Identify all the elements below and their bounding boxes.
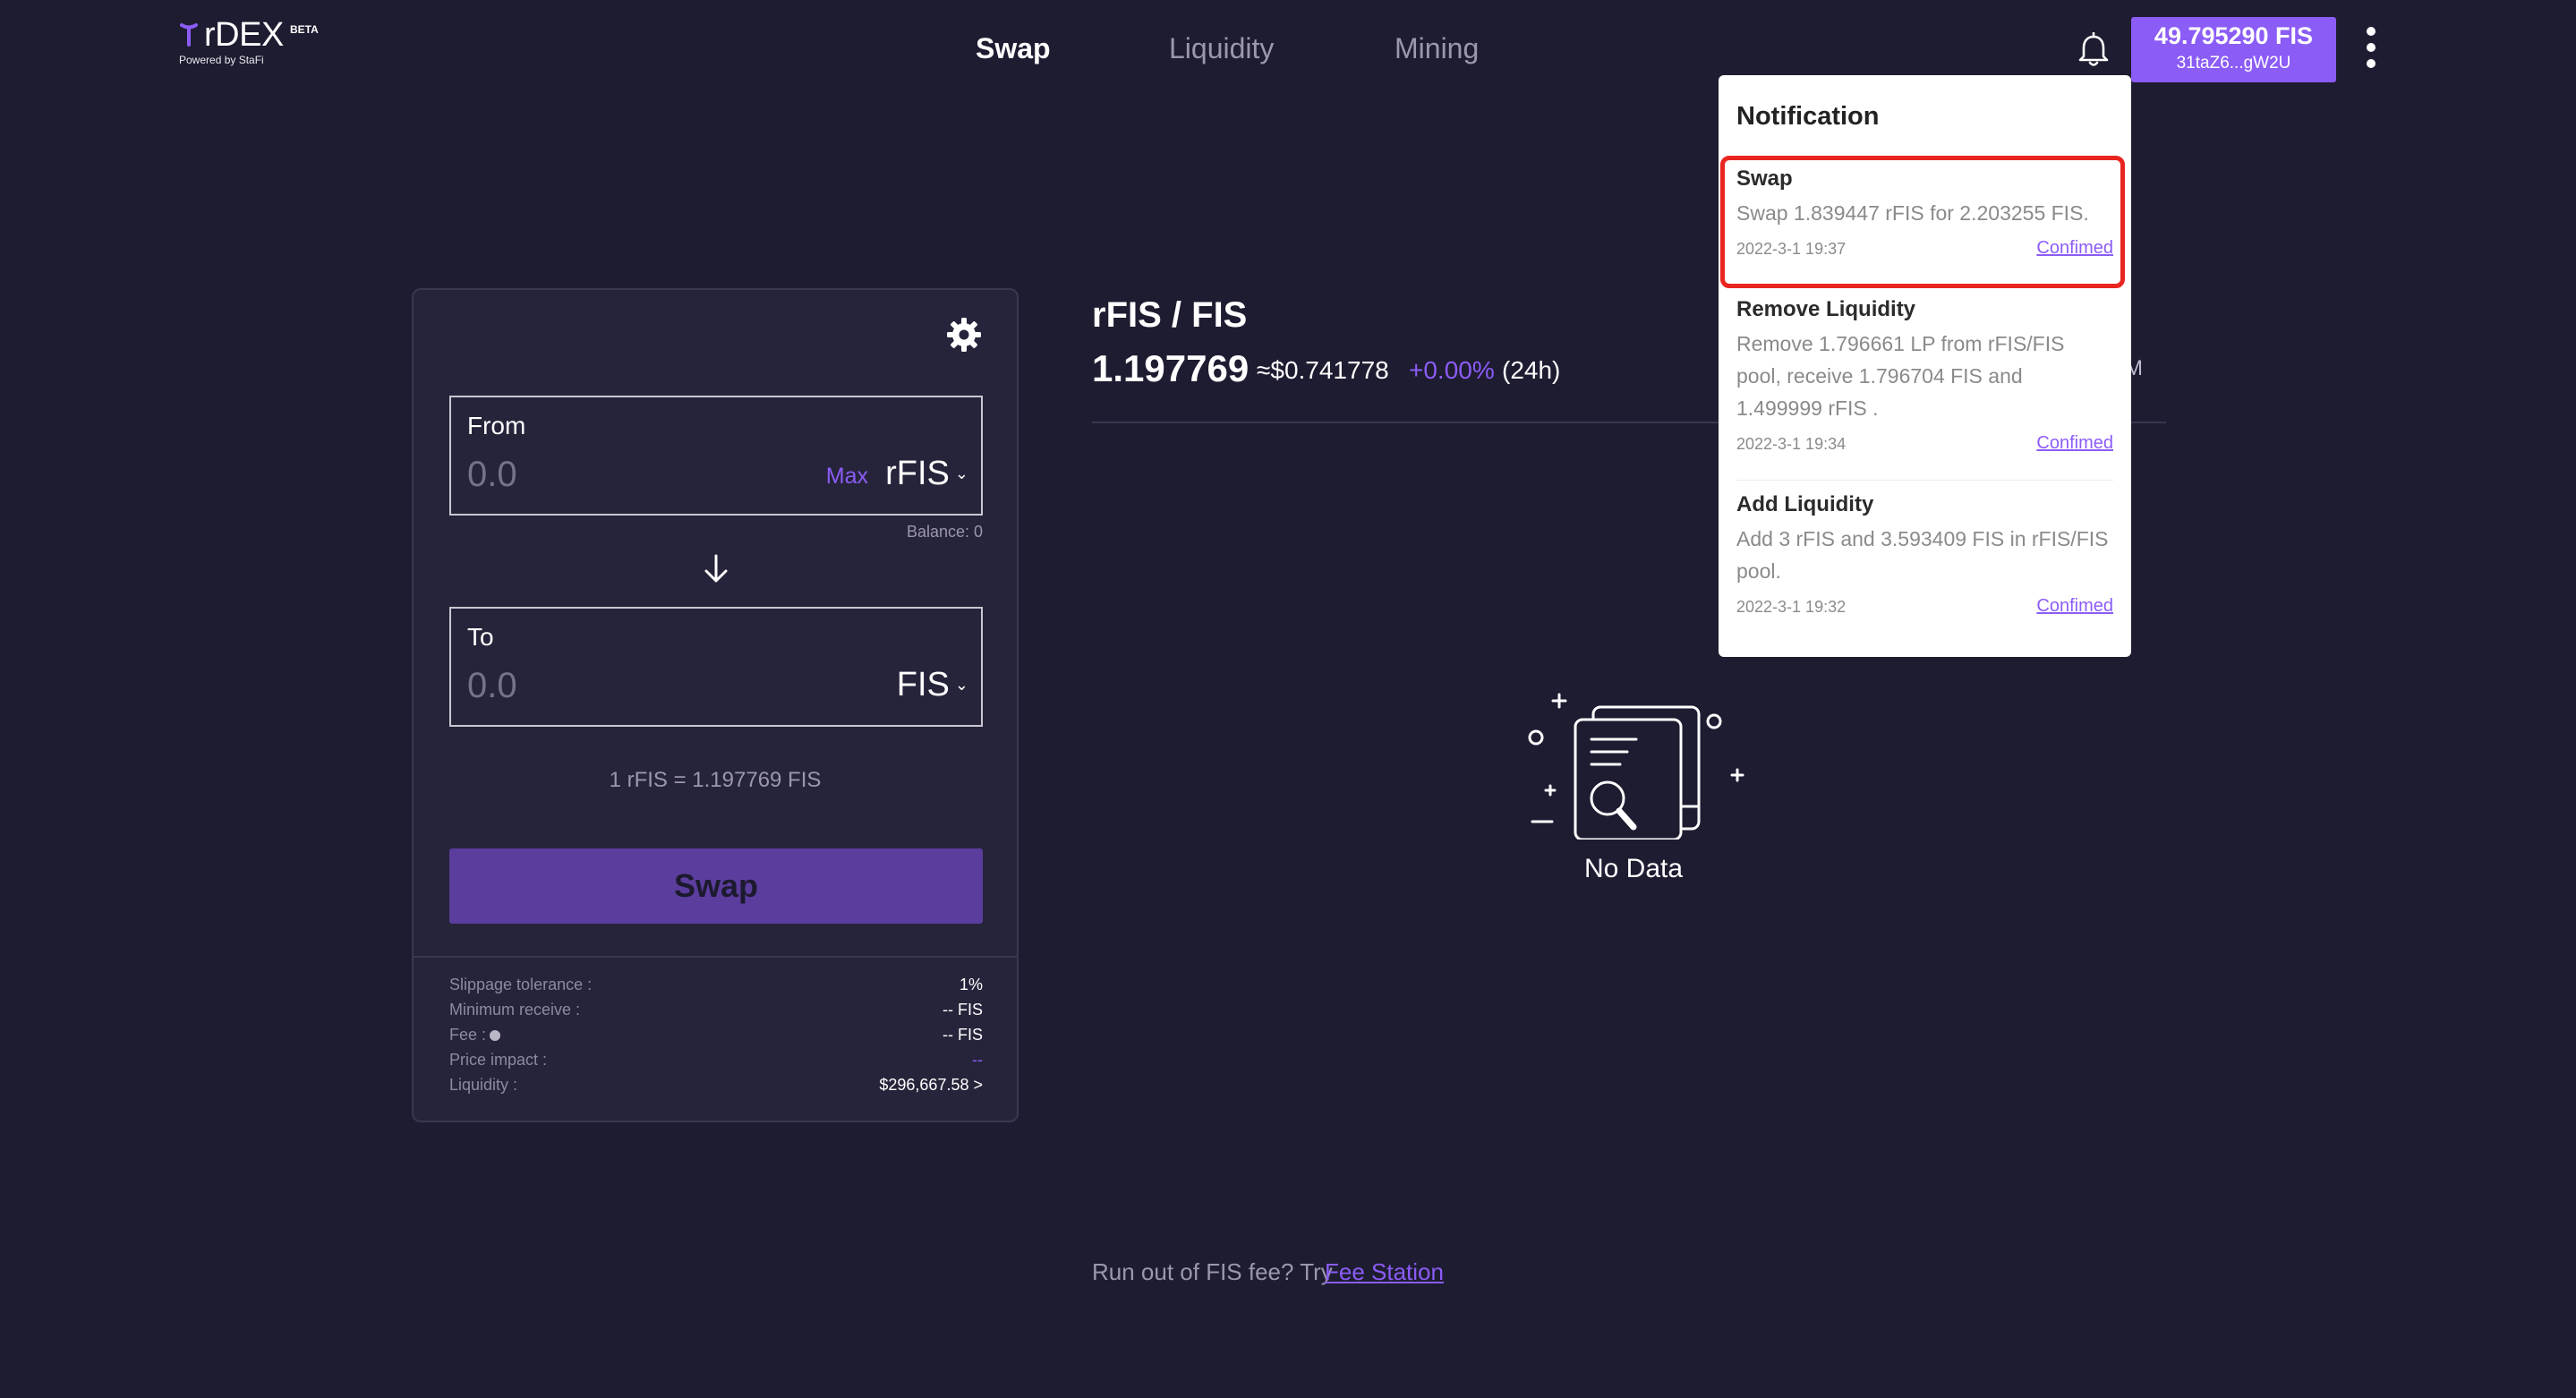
pair-price: 1.197769 — [1092, 347, 1250, 389]
powered-by-text: Powered by StaFi — [179, 54, 264, 66]
notification-item-time: 2022-3-1 19:37 — [1736, 240, 1847, 258]
exchange-rate: 1 rFIS = 1.197769 FIS — [609, 768, 822, 792]
notification-panel: Notification Swap Swap 1.839447 rFIS for… — [1719, 75, 2131, 657]
to-token-label: FIS — [896, 666, 950, 703]
change-period: (24h) — [1502, 356, 1561, 384]
info-icon[interactable] — [490, 1030, 501, 1042]
notification-item-body: Add 3 rFIS and 3.593409 FIS in rFIS/FIS … — [1736, 527, 2109, 583]
notification-divider — [1736, 480, 2113, 481]
notification-status-link[interactable]: Confimed — [2036, 433, 2113, 454]
fee-label: Fee : — [449, 1026, 487, 1044]
notification-item-title: Swap — [1736, 166, 1793, 191]
to-token-select[interactable]: FIS ⌄ — [897, 666, 968, 704]
nav-mining[interactable]: Mining — [1395, 32, 1479, 65]
notification-title: Notification — [1736, 102, 1880, 131]
liquidity-label: Liquidity : — [449, 1076, 518, 1094]
beta-badge: BETA — [290, 23, 319, 36]
fee-station-link[interactable]: Fee Station — [1325, 1258, 1444, 1286]
notification-item-title: Add Liquidity — [1736, 492, 1874, 516]
min-receive-label: Minimum receive : — [449, 1001, 581, 1019]
from-token-label: rFIS — [885, 455, 950, 492]
from-label: From — [467, 412, 526, 439]
arrow-down-icon[interactable] — [702, 553, 730, 585]
rdex-logo-icon — [180, 23, 198, 47]
panel-divider — [414, 956, 1017, 958]
to-field[interactable]: To 0.0 FIS ⌄ — [449, 607, 983, 727]
chevron-down-icon: ⌄ — [954, 676, 968, 694]
nav-swap[interactable]: Swap — [976, 32, 1051, 65]
price-impact-label: Price impact : — [449, 1051, 548, 1069]
usd-price: ≈$0.741778 — [1257, 356, 1389, 384]
notification-item-title: Remove Liquidity — [1736, 297, 1916, 321]
notification-item-time: 2022-3-1 19:32 — [1736, 598, 1847, 616]
from-field[interactable]: From 0.0 Max rFIS ⌄ — [449, 396, 983, 516]
logo-name: rDEX — [204, 16, 284, 54]
wallet-button[interactable]: 49.795290 FIS 31taZ6...gW2U — [2131, 17, 2336, 82]
no-data-illustration-icon — [1528, 693, 1744, 840]
chevron-down-icon: ⌄ — [954, 465, 968, 482]
notification-item[interactable]: Remove Liquidity Remove 1.796661 LP from… — [1736, 297, 2113, 453]
notification-item[interactable]: Add Liquidity Add 3 rFIS and 3.593409 FI… — [1736, 492, 2113, 616]
slippage-label: Slippage tolerance : — [449, 976, 593, 993]
bell-icon[interactable] — [2077, 32, 2111, 68]
wallet-address: 31taZ6...gW2U — [2176, 54, 2291, 72]
to-amount-input[interactable]: 0.0 — [467, 666, 517, 706]
liquidity-value[interactable]: $296,667.58 > — [806, 1076, 983, 1095]
wallet-balance: 49.795290 FIS — [2154, 22, 2314, 49]
from-token-select[interactable]: rFIS ⌄ — [885, 455, 968, 493]
notification-status-link[interactable]: Confimed — [2036, 596, 2113, 617]
price-impact-value: -- — [972, 1051, 983, 1069]
notification-item[interactable]: Swap Swap 1.839447 rFIS for 2.203255 FIS… — [1736, 166, 2113, 259]
more-vertical-icon[interactable] — [2365, 27, 2377, 73]
notification-item-body: Swap 1.839447 rFIS for 2.203255 FIS. — [1736, 201, 2089, 225]
fee-value: -- FIS — [943, 1026, 983, 1044]
max-button[interactable]: Max — [826, 464, 868, 490]
nav-liquidity[interactable]: Liquidity — [1169, 32, 1274, 65]
notification-status-link[interactable]: Confimed — [2036, 238, 2113, 259]
gear-icon[interactable] — [946, 317, 982, 353]
price-change: +0.00% — [1409, 356, 1495, 384]
min-receive-value: -- FIS — [943, 1001, 983, 1019]
notification-item-time: 2022-3-1 19:34 — [1736, 435, 1847, 453]
swap-button[interactable]: Swap — [449, 848, 983, 924]
no-data-text: No Data — [1583, 854, 1684, 883]
fee-label-row: Fee : — [449, 1026, 501, 1044]
footer-text: Run out of FIS fee? Try — [1092, 1258, 1333, 1285]
balance-text: Balance: 0 — [906, 523, 983, 541]
slippage-value: 1% — [959, 976, 983, 993]
from-amount-input[interactable]: 0.0 — [467, 455, 517, 495]
notification-item-body: Remove 1.796661 LP from rFIS/FIS pool, r… — [1736, 332, 2065, 420]
pair-title: rFIS / FIS — [1092, 295, 1248, 335]
to-label: To — [467, 623, 494, 651]
